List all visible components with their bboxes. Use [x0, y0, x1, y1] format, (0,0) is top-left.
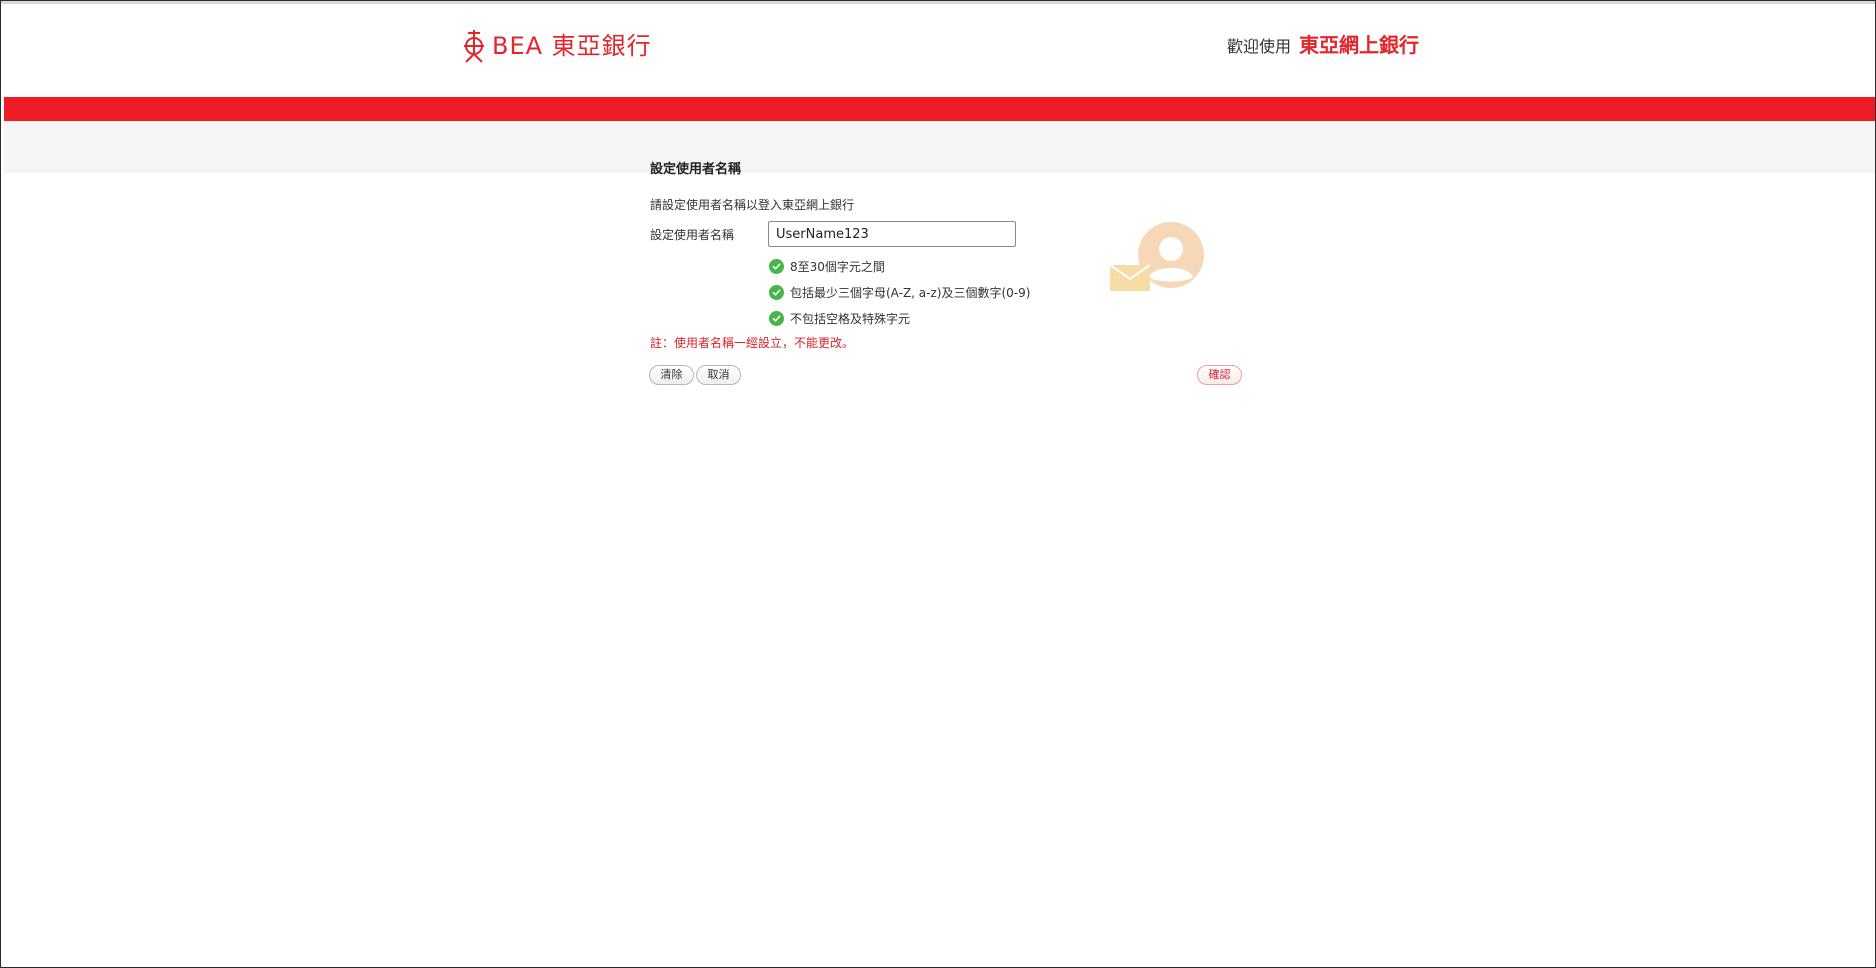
rule-text: 包括最少三個字母(A-Z, a-z)及三個數字(0-9) [790, 285, 1031, 300]
bea-logo[interactable]: BEA 東亞銀行 [462, 29, 652, 63]
top-border [1, 1, 1875, 4]
header-red-bar [4, 97, 1875, 121]
welcome-brand: 東亞網上銀行 [1299, 33, 1419, 57]
page-frame: BEA 東亞銀行 歡迎使用 東亞網上銀行 設定使用者名稱 請設定使用者名稱以登入… [0, 0, 1876, 968]
page-title: 設定使用者名稱 [650, 162, 742, 177]
user-mail-illustration-icon [1109, 222, 1204, 291]
form-intro: 請設定使用者名稱以登入東亞網上銀行 [650, 198, 855, 212]
confirm-button[interactable]: 確認 [1197, 365, 1242, 385]
cancel-button[interactable]: 取消 [696, 365, 741, 385]
username-input[interactable] [768, 221, 1016, 247]
username-label: 設定使用者名稱 [650, 228, 735, 242]
rule-item: 8至30個字元之間 [769, 253, 1030, 279]
username-rules: 8至30個字元之間 包括最少三個字母(A-Z, a-z)及三個數字(0-9) 不… [769, 253, 1030, 331]
username-note: 註：使用者名稱一經設立，不能更改。 [650, 336, 855, 350]
rule-item: 包括最少三個字母(A-Z, a-z)及三個數字(0-9) [769, 279, 1030, 305]
clear-button[interactable]: 清除 [649, 365, 694, 385]
logo-text: BEA 東亞銀行 [492, 32, 652, 60]
title-band [4, 121, 1875, 173]
check-circle-icon [769, 284, 784, 300]
check-circle-icon [769, 258, 784, 274]
rule-text: 8至30個字元之間 [790, 259, 885, 274]
check-circle-icon [769, 310, 784, 326]
rule-item: 不包括空格及特殊字元 [769, 305, 1030, 331]
welcome-title: 歡迎使用 東亞網上銀行 [1227, 29, 1419, 59]
bea-emblem-icon [464, 30, 484, 63]
rule-text: 不包括空格及特殊字元 [790, 311, 911, 326]
welcome-prefix: 歡迎使用 [1226, 37, 1291, 56]
